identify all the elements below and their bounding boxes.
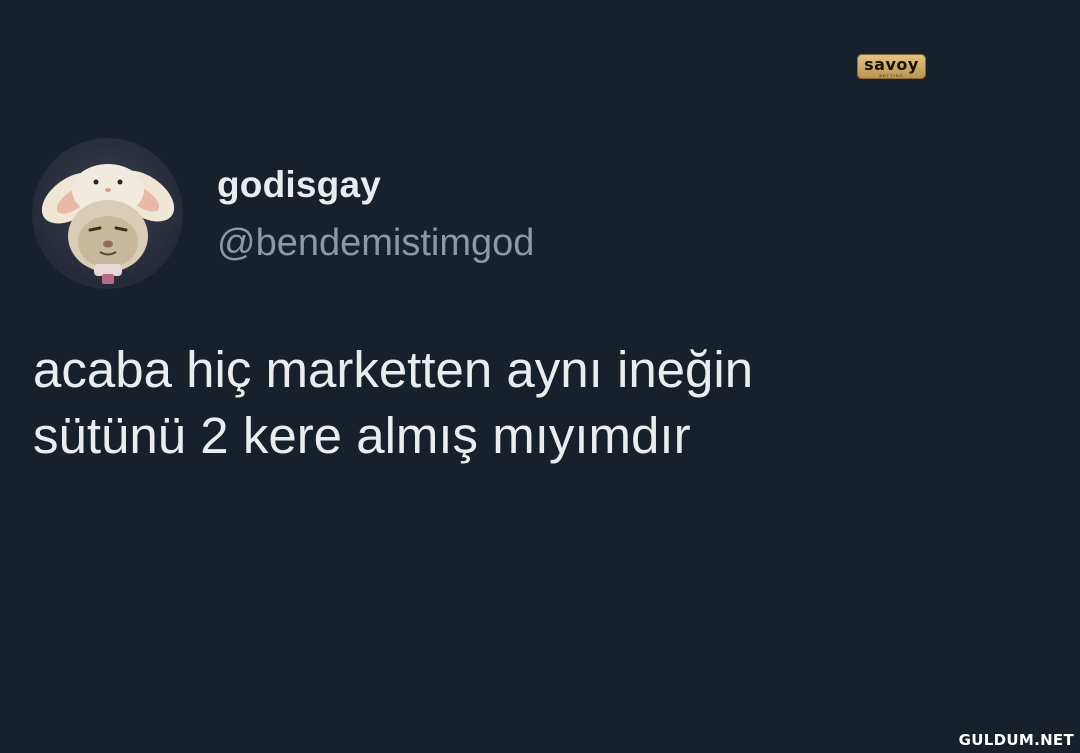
- user-avatar[interactable]: [32, 138, 183, 289]
- user-handle[interactable]: @bendemistimgod: [217, 222, 534, 265]
- tweet-body: acaba hiç marketten aynı ineğin sütünü 2…: [33, 337, 1033, 469]
- sponsor-logo: savoy BETTING: [857, 54, 926, 79]
- bunny-cat-avatar-icon: [41, 164, 175, 284]
- sponsor-logo-subtitle: BETTING: [879, 73, 904, 78]
- tweet-card: godisgay @bendemistimgod acaba hiç marke…: [0, 0, 1080, 753]
- tweet-text-line: acaba hiç marketten aynı ineğin: [33, 341, 754, 398]
- site-watermark: GULDUM.NET: [958, 731, 1074, 749]
- user-display-name[interactable]: godisgay: [217, 164, 381, 206]
- sponsor-logo-word: savoy: [864, 55, 919, 74]
- tweet-text-line: sütünü 2 kere almış mıyımdır: [33, 407, 691, 464]
